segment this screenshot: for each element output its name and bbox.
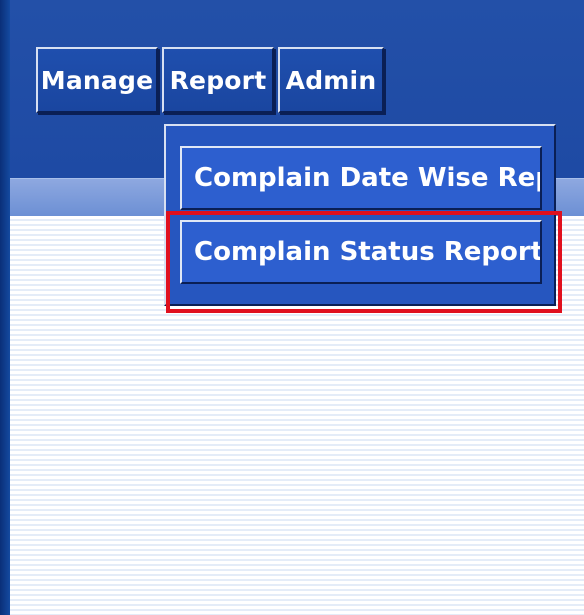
nav-manage-button[interactable]: Manage [36,47,158,113]
left-edge [0,0,10,615]
menu-item-complain-date-wise-report[interactable]: Complain Date Wise Report [180,146,542,210]
app-window: Manage Report Admin Complain Date Wise R… [0,0,584,615]
menu-item-complain-status-report[interactable]: Complain Status Report [180,220,542,284]
nav-admin-button[interactable]: Admin [278,47,384,113]
nav-report-button[interactable]: Report [162,47,274,113]
report-dropdown-menu: Complain Date Wise Report Complain Statu… [164,124,556,306]
